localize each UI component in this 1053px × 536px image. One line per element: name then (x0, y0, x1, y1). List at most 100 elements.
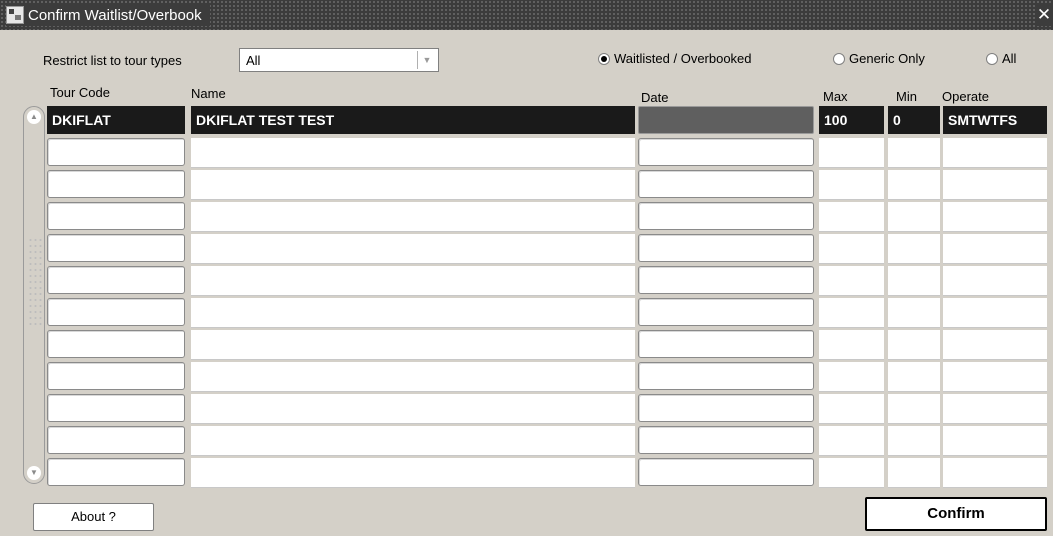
cell-date[interactable] (638, 106, 814, 134)
cell-max[interactable] (819, 330, 884, 360)
cell-name[interactable] (191, 170, 635, 200)
cell-max[interactable] (819, 362, 884, 392)
cell-min[interactable] (888, 330, 940, 360)
cell-date[interactable] (638, 202, 814, 230)
cell-date[interactable] (638, 426, 814, 454)
vertical-scrollbar[interactable]: ▲ ▼ (23, 106, 45, 484)
cell-operate[interactable] (943, 362, 1047, 392)
cell-operate[interactable] (943, 426, 1047, 456)
cell-max[interactable] (819, 298, 884, 328)
cell-operate[interactable] (943, 394, 1047, 424)
table-row[interactable] (47, 264, 1047, 296)
cell-date[interactable] (638, 330, 814, 358)
cell-name[interactable] (191, 234, 635, 264)
title-bar: Confirm Waitlist/Overbook ✕ (0, 0, 1053, 30)
cell-min[interactable] (888, 394, 940, 424)
close-icon[interactable]: ✕ (1035, 4, 1053, 26)
cell-tour-code[interactable] (47, 234, 185, 262)
title-wrap: Confirm Waitlist/Overbook (6, 4, 210, 26)
cell-tour-code[interactable] (47, 426, 185, 454)
cell-name[interactable] (191, 458, 635, 488)
cell-tour-code[interactable] (47, 266, 185, 294)
cell-tour-code[interactable] (47, 362, 185, 390)
table-row[interactable] (47, 328, 1047, 360)
table-row[interactable] (47, 360, 1047, 392)
cell-min[interactable] (888, 266, 940, 296)
table-row[interactable] (47, 424, 1047, 456)
radio-all[interactable]: All (986, 51, 1016, 66)
cell-operate[interactable] (943, 234, 1047, 264)
cell-name[interactable] (191, 394, 635, 424)
cell-name[interactable]: DKIFLAT TEST TEST (191, 106, 635, 134)
cell-date[interactable] (638, 394, 814, 422)
cell-name[interactable] (191, 266, 635, 296)
about-button[interactable]: About ? (33, 503, 154, 531)
cell-max[interactable] (819, 266, 884, 296)
cell-max[interactable] (819, 138, 884, 168)
table-row[interactable] (47, 200, 1047, 232)
cell-date[interactable] (638, 170, 814, 198)
cell-operate[interactable] (943, 202, 1047, 232)
cell-max[interactable] (819, 202, 884, 232)
table-row[interactable] (47, 168, 1047, 200)
table-row[interactable] (47, 136, 1047, 168)
cell-name[interactable] (191, 298, 635, 328)
cell-tour-code[interactable]: DKIFLAT (47, 106, 185, 134)
scroll-up-icon[interactable]: ▲ (27, 110, 41, 124)
cell-tour-code[interactable] (47, 202, 185, 230)
cell-min[interactable] (888, 426, 940, 456)
table-row-selected[interactable]: DKIFLAT DKIFLAT TEST TEST 100 0 SMTWTFS (47, 104, 1047, 136)
cell-max[interactable] (819, 426, 884, 456)
cell-tour-code[interactable] (47, 458, 185, 486)
cell-date[interactable] (638, 458, 814, 486)
cell-max[interactable] (819, 170, 884, 200)
cell-min[interactable] (888, 138, 940, 168)
scroll-down-icon[interactable]: ▼ (27, 466, 41, 480)
cell-tour-code[interactable] (47, 298, 185, 326)
cell-max[interactable] (819, 394, 884, 424)
tour-type-select[interactable]: All ▼ (239, 48, 439, 72)
table-row[interactable] (47, 392, 1047, 424)
cell-max[interactable] (819, 458, 884, 488)
confirm-button[interactable]: Confirm (865, 497, 1047, 531)
cell-operate[interactable] (943, 298, 1047, 328)
cell-name[interactable] (191, 330, 635, 360)
chevron-down-icon[interactable]: ▼ (417, 51, 436, 69)
cell-min[interactable] (888, 298, 940, 328)
table-row[interactable] (47, 232, 1047, 264)
radio-generic-only[interactable]: Generic Only (833, 51, 925, 66)
cell-tour-code[interactable] (47, 138, 185, 166)
cell-tour-code[interactable] (47, 394, 185, 422)
cell-min[interactable] (888, 458, 940, 488)
cell-operate[interactable]: SMTWTFS (943, 106, 1047, 134)
radio-waitlisted[interactable]: Waitlisted / Overbooked (598, 51, 752, 66)
cell-operate[interactable] (943, 266, 1047, 296)
cell-name[interactable] (191, 426, 635, 456)
cell-min[interactable] (888, 362, 940, 392)
cell-name[interactable] (191, 202, 635, 232)
cell-min[interactable] (888, 234, 940, 264)
table-row[interactable] (47, 456, 1047, 488)
cell-max[interactable]: 100 (819, 106, 884, 134)
radio-off-icon (833, 52, 845, 65)
cell-operate[interactable] (943, 458, 1047, 488)
cell-operate[interactable] (943, 170, 1047, 200)
scroll-grip[interactable] (28, 237, 42, 327)
cell-operate[interactable] (943, 138, 1047, 168)
cell-date[interactable] (638, 266, 814, 294)
cell-name[interactable] (191, 362, 635, 392)
cell-date[interactable] (638, 362, 814, 390)
cell-date[interactable] (638, 234, 814, 262)
cell-min[interactable] (888, 202, 940, 232)
cell-operate[interactable] (943, 330, 1047, 360)
cell-date[interactable] (638, 298, 814, 326)
cell-tour-code[interactable] (47, 170, 185, 198)
cell-min[interactable] (888, 170, 940, 200)
table-row[interactable] (47, 296, 1047, 328)
cell-date[interactable] (638, 138, 814, 166)
cell-name[interactable] (191, 138, 635, 168)
cell-min[interactable]: 0 (888, 106, 940, 134)
cell-tour-code[interactable] (47, 330, 185, 358)
cell-max[interactable] (819, 234, 884, 264)
radio-waitlisted-label: Waitlisted / Overbooked (614, 51, 752, 66)
